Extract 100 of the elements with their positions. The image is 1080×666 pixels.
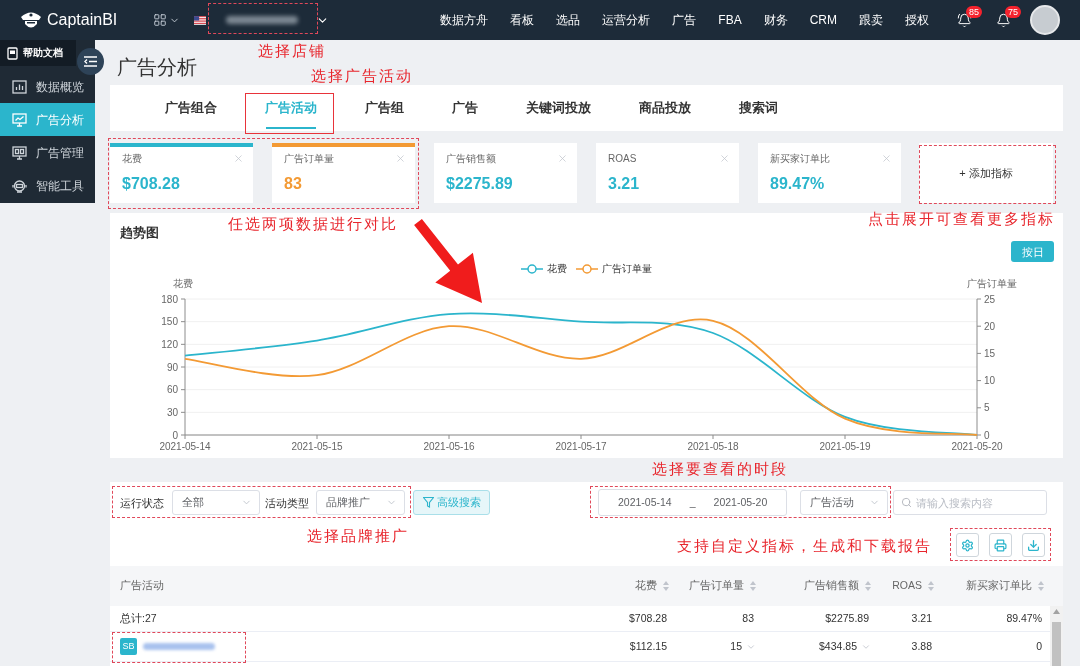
- download-report-button[interactable]: [1022, 533, 1045, 557]
- table-cell-text: $708.28: [629, 610, 667, 626]
- menu-icon: [84, 56, 97, 67]
- metric-card[interactable]: ROAS 3.21: [596, 143, 739, 203]
- nav-link[interactable]: 授权: [905, 12, 929, 28]
- page-title: 广告分析: [116, 55, 197, 79]
- apps-grid-icon[interactable]: [153, 13, 168, 27]
- table-cell-text: 89.47%: [1006, 610, 1042, 626]
- sort-icon[interactable]: [663, 581, 669, 591]
- tab[interactable]: 关键词投放: [502, 85, 615, 131]
- tab[interactable]: 商品投放: [615, 85, 715, 131]
- nav-link[interactable]: 选品: [556, 12, 581, 28]
- collapse-sidebar-button[interactable]: [77, 48, 104, 75]
- column-header[interactable]: 广告订单量: [689, 578, 744, 594]
- axis-tick-label: 5: [984, 402, 990, 414]
- printer-icon: [994, 538, 1007, 552]
- close-icon[interactable]: [557, 153, 568, 164]
- axis-tick-label: 90: [166, 361, 178, 373]
- blurred-campaign-name[interactable]: [143, 643, 215, 650]
- axis-title: 花费: [173, 278, 193, 289]
- nav-link[interactable]: 数据方舟: [440, 12, 489, 28]
- sort-icon[interactable]: [865, 581, 871, 591]
- date-range-picker[interactable]: 2021-05-14 _ 2021-05-20: [598, 489, 787, 516]
- metric-card[interactable]: 新买家订单比 89.47%: [758, 143, 901, 203]
- axis-tick-label: 2021-05-20: [951, 441, 1003, 452]
- nav-link[interactable]: CRM: [809, 12, 837, 28]
- tab[interactable]: 广告组合: [141, 85, 241, 131]
- campaign-type-select[interactable]: 品牌推广: [316, 490, 405, 515]
- nav-link[interactable]: 看板: [510, 12, 535, 28]
- end-date[interactable]: 2021-05-20: [713, 494, 768, 511]
- axis-tick-label: 2021-05-19: [819, 441, 871, 452]
- tab[interactable]: 广告组: [341, 85, 428, 131]
- search-icon: [901, 497, 912, 508]
- legend-label: 花费: [547, 263, 567, 275]
- annotation-text: 选择店铺: [258, 42, 326, 59]
- annotation-text: 支持自定义指标，生成和下载报告: [677, 537, 932, 554]
- sort-icon[interactable]: [1038, 581, 1044, 591]
- tab[interactable]: 广告: [428, 85, 502, 131]
- add-metric-button[interactable]: + 添加指标: [919, 143, 1053, 203]
- close-icon[interactable]: [719, 153, 730, 164]
- tab[interactable]: 搜索词: [715, 85, 802, 131]
- scroll-up-arrow-icon[interactable]: [1053, 609, 1060, 614]
- annotation-text: 点击展开可查看更多指标: [868, 210, 1055, 227]
- nav-link[interactable]: 财务: [763, 12, 788, 28]
- table-cell-text: 3.21: [911, 610, 932, 626]
- generate-report-button[interactable]: [989, 533, 1012, 557]
- search-scope-select[interactable]: 广告活动: [800, 490, 888, 515]
- axis-tick-label: 30: [166, 406, 178, 418]
- nav-link[interactable]: 广告: [672, 12, 697, 28]
- close-icon[interactable]: [233, 153, 244, 164]
- document-icon: [7, 46, 18, 60]
- settings-icon: [961, 538, 974, 552]
- column-header[interactable]: 新买家订单比: [966, 578, 1032, 594]
- help-docs-link[interactable]: 帮助文档: [0, 40, 76, 66]
- legend-marker-icon[interactable]: [576, 264, 598, 274]
- sort-icon[interactable]: [750, 581, 756, 591]
- monitor-ad-icon: [12, 145, 27, 160]
- scrollbar-thumb[interactable]: [1052, 622, 1061, 666]
- axis-title: 广告订单量: [967, 278, 1017, 289]
- metric-value: 83: [284, 174, 303, 194]
- axis-tick-label: 0: [984, 429, 990, 441]
- scrollbar[interactable]: [1050, 606, 1063, 666]
- close-icon[interactable]: [395, 153, 406, 164]
- sidebar-item[interactable]: 广告管理: [0, 136, 95, 169]
- axis-tick-label: 180: [161, 293, 178, 305]
- legend-marker-icon[interactable]: [521, 264, 543, 274]
- brand-logo-text[interactable]: CaptainBI: [47, 10, 118, 30]
- filter-icon: [422, 497, 434, 508]
- metric-value: 3.21: [608, 174, 641, 194]
- nav-link[interactable]: 运营分析: [602, 12, 651, 28]
- axis-tick-label: 2021-05-17: [555, 441, 607, 452]
- user-avatar[interactable]: [1030, 5, 1060, 35]
- customize-metrics-button[interactable]: [956, 533, 979, 557]
- table-cell-text: 0: [1036, 638, 1042, 654]
- metric-label: 广告销售额: [446, 152, 496, 165]
- sidebar-item[interactable]: 智能工具: [0, 169, 95, 202]
- column-header[interactable]: 花费: [635, 578, 657, 594]
- annotation-text: 任选两项数据进行对比: [228, 215, 398, 232]
- sort-icon[interactable]: [928, 581, 934, 591]
- search-field[interactable]: 请输入搜索内容: [893, 490, 1047, 515]
- metric-label: 广告订单量: [284, 152, 334, 165]
- metric-label: 新买家订单比: [770, 152, 830, 165]
- status-select[interactable]: 全部: [172, 490, 260, 515]
- column-header[interactable]: 广告销售额: [804, 578, 859, 594]
- blurred-store-name[interactable]: [226, 16, 299, 24]
- close-icon[interactable]: [881, 153, 892, 164]
- metric-card[interactable]: 花费 $708.28: [110, 143, 253, 203]
- table-cell-text: $112.15: [629, 638, 667, 654]
- axis-tick-label: 25: [984, 293, 996, 305]
- legend-label: 广告订单量: [602, 263, 652, 275]
- filter-label: 运行状态: [120, 495, 165, 510]
- nav-link[interactable]: 跟卖: [859, 12, 883, 28]
- metric-card[interactable]: 广告销售额 $2275.89: [434, 143, 577, 203]
- table-cell-text: $2275.89: [825, 610, 869, 626]
- nav-link[interactable]: FBA: [718, 12, 742, 28]
- column-header[interactable]: ROAS: [892, 578, 922, 594]
- metric-card[interactable]: 广告订单量 83: [272, 143, 415, 203]
- start-date[interactable]: 2021-05-14: [618, 494, 672, 511]
- notification-badge: 75: [1005, 5, 1021, 18]
- sidebar-item[interactable]: 数据概览: [0, 70, 95, 103]
